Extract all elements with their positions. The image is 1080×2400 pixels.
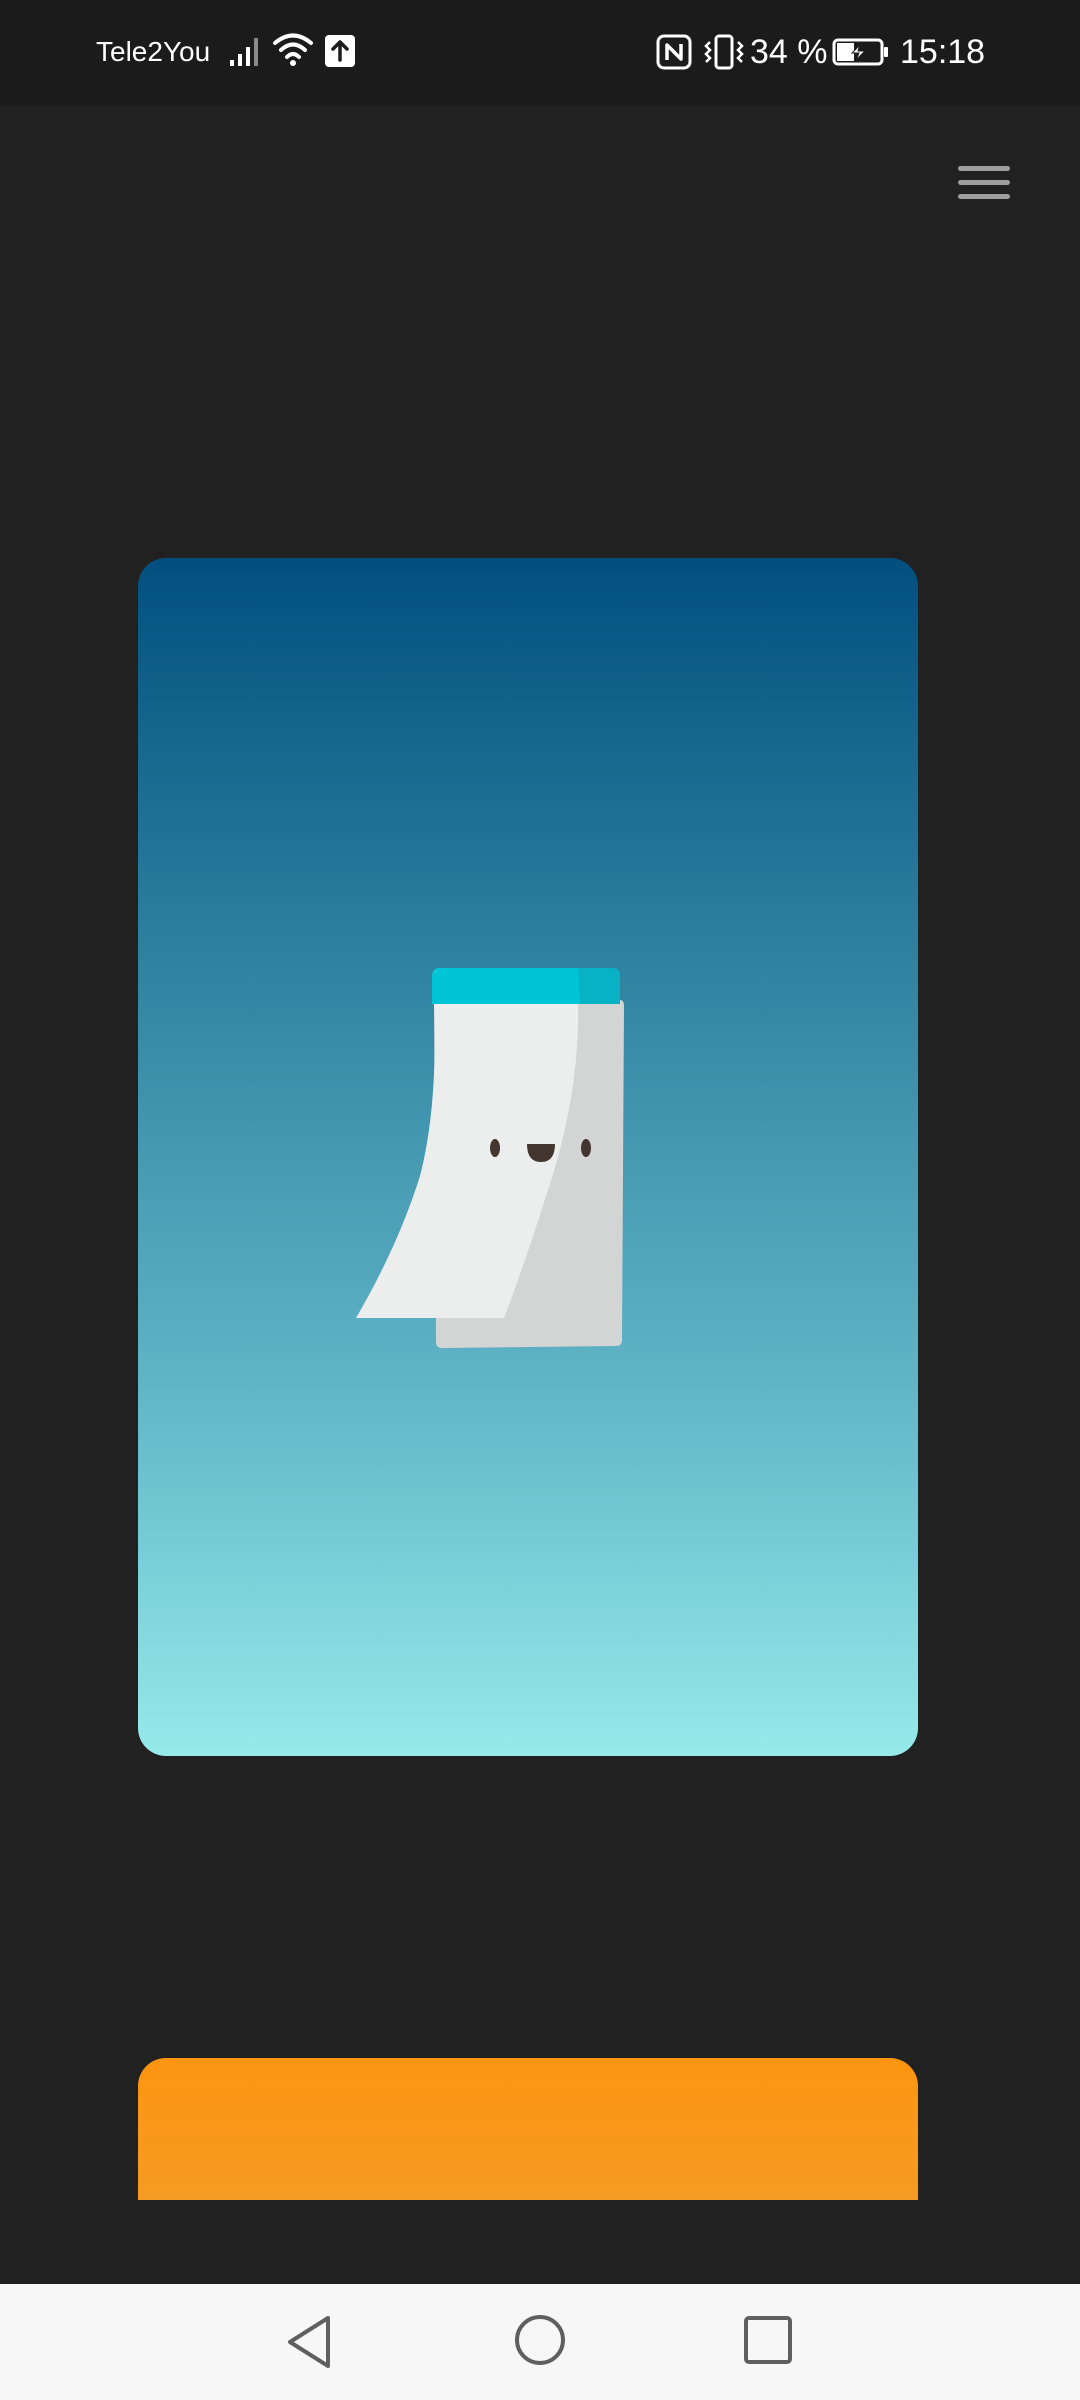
back-icon[interactable] xyxy=(280,2312,340,2377)
orange-card[interactable] xyxy=(138,2058,918,2200)
recent-apps-icon[interactable] xyxy=(742,2314,794,2371)
app-screen: Tele2You 34 % 15:18 xyxy=(0,0,1080,2400)
hamburger-menu-icon xyxy=(956,163,1012,208)
carrier-name: Tele2You xyxy=(96,36,211,67)
menu-button[interactable] xyxy=(944,152,1024,218)
vibrate-icon xyxy=(702,34,746,75)
home-icon[interactable] xyxy=(512,2312,568,2373)
nfc-icon xyxy=(656,34,692,75)
smiling-notepad-illustration xyxy=(338,956,718,1361)
wifi-icon xyxy=(272,30,314,73)
signal-icon xyxy=(228,34,264,73)
battery-charging-icon xyxy=(832,38,890,71)
blue-gradient-card[interactable] xyxy=(138,558,918,1756)
battery-percent: 34 % xyxy=(750,33,828,71)
status-bar: Tele2You 34 % 15:18 xyxy=(0,0,1080,106)
upload-icon xyxy=(324,34,356,73)
system-navigation-bar xyxy=(0,2284,1080,2400)
clock: 15:18 xyxy=(900,33,986,71)
